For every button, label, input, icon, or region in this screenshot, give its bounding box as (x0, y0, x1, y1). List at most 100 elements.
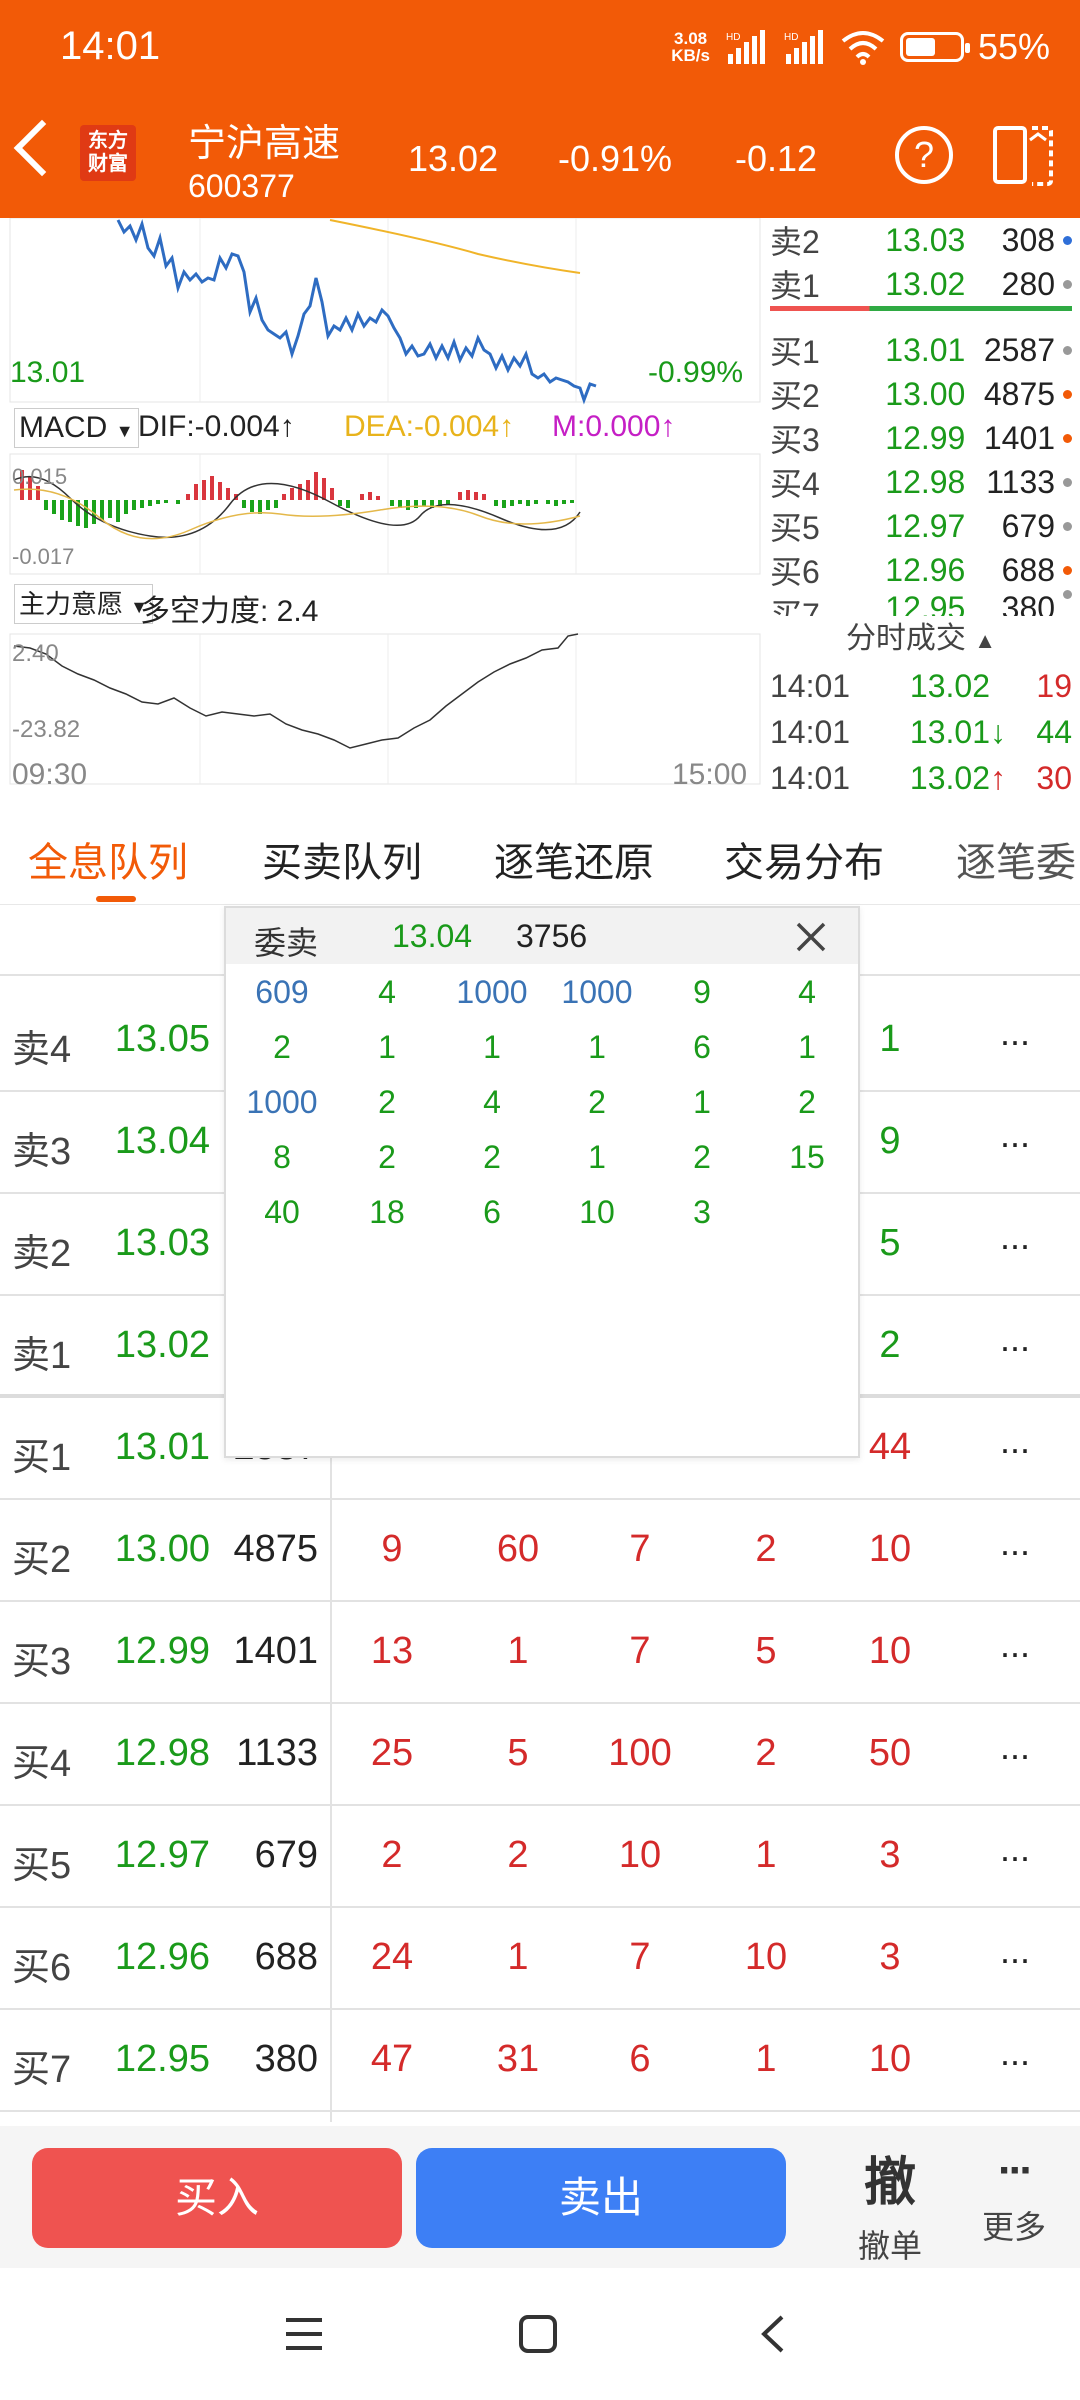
back-arrow-icon[interactable] (13, 119, 71, 177)
popup-order-cell: 6 (483, 1194, 501, 1230)
queue-level-label: 买1 (12, 1437, 72, 1479)
ticks-title[interactable]: 分时成交 ▲ (762, 616, 1080, 662)
order-book-divider (770, 306, 1072, 311)
row-more-icon[interactable]: ... (1000, 1012, 1030, 1054)
queue-row[interactable]: 买4 12.98 1133 25 5 100 2 50... (0, 1702, 1080, 1806)
row-more-icon[interactable]: ... (1000, 1726, 1030, 1768)
ob-dot-indicator (1063, 521, 1072, 531)
ob-price: 12.96 (885, 551, 966, 588)
row-more-icon[interactable]: ... (1000, 1318, 1030, 1360)
cancel-label: 撤单 (857, 2228, 922, 2264)
back-chevron-icon[interactable] (758, 2314, 788, 2354)
row-more-icon[interactable]: ... (1000, 1624, 1030, 1666)
ob-price: 13.01 (885, 331, 966, 368)
macd-bottom-label: -0.017 (12, 544, 75, 569)
battery-icon (899, 32, 970, 62)
order-book-row[interactable]: 买4 12.98 1133 (770, 460, 1072, 504)
tab-bid-ask-queue[interactable]: 买卖队列 (262, 830, 422, 888)
home-square-icon[interactable] (518, 2314, 558, 2354)
ob-dot-indicator (1063, 235, 1072, 245)
macd-selector[interactable]: MACD ▼ (14, 408, 139, 448)
order-book-row[interactable]: 买7 12.95 380 (770, 590, 1072, 616)
queue-order-cell: 1 (755, 1834, 777, 1876)
ob-volume: 1133 (986, 463, 1056, 500)
queue-volume: 1401 (233, 1630, 318, 1672)
question-circle-icon[interactable]: ? (895, 126, 953, 184)
sell-button[interactable]: 卖出 (416, 2148, 786, 2248)
queue-order-cell: 13 (370, 1630, 414, 1672)
tick-row: 14:01 13.01 ↓ 44 (770, 714, 1072, 760)
queue-row[interactable]: 买5 12.97 679 2 2 10 1 3... (0, 1804, 1080, 1908)
dropdown-caret-icon: ▼ (115, 421, 134, 441)
tab-tick-orders[interactable]: 逐笔委 (956, 830, 1080, 888)
queue-price: 13.05 (114, 1018, 210, 1060)
queue-order-cell-last: 3 (879, 1834, 901, 1876)
queue-price: 13.02 (114, 1324, 210, 1366)
intraday-chart-area[interactable]: 13.01 -0.99% MACD ▼ DIF:-0.004↑ DEA:-0.0… (0, 218, 762, 808)
order-book-row[interactable]: 买3 12.99 1401 (770, 416, 1072, 460)
ob-level-label: 买3 (770, 422, 820, 458)
bottom-action-bar: 买入 卖出 撤 撤单 ··· 更多 (0, 2126, 1080, 2268)
row-more-icon[interactable]: ... (1000, 1216, 1030, 1258)
popup-order-cell: 1000 (246, 1084, 318, 1120)
cancel-order-button[interactable]: 撤 撤单 (840, 2140, 940, 2267)
close-x-icon[interactable] (794, 920, 828, 954)
tab-holo-queue[interactable]: 全息队列 (28, 830, 188, 888)
queue-order-cell: 6 (629, 2038, 651, 2080)
popup-order-cell: 1 (798, 1029, 816, 1065)
row-more-icon[interactable]: ... (1000, 2032, 1030, 2074)
header-change: -0.12 (735, 138, 818, 179)
cancel-glyph-icon: 撤 (863, 2154, 916, 2212)
buy-button[interactable]: 买入 (32, 2148, 402, 2248)
order-book-row[interactable]: 卖1 13.02 280 (770, 262, 1072, 306)
popup-order-cell: 4 (798, 974, 816, 1010)
popup-order-cell: 1000 (561, 974, 633, 1010)
row-more-icon[interactable]: ... (1000, 1420, 1030, 1462)
tab-bar: 全息队列 买卖队列 逐笔还原 交易分布 逐笔委 (0, 808, 1080, 905)
more-button[interactable]: ··· 更多 (964, 2140, 1064, 2248)
landscape-switch-icon[interactable] (992, 124, 1054, 186)
order-book-row[interactable]: 买5 12.97 679 (770, 504, 1072, 548)
tick-time: 14:01 (770, 668, 851, 704)
queue-price: 13.03 (114, 1222, 210, 1264)
popup-order-cell: 40 (264, 1194, 300, 1230)
queue-order-cell: 5 (755, 1630, 777, 1672)
queue-order-cell-last: 10 (868, 1528, 912, 1570)
popup-order-cell: 2 (378, 1084, 396, 1120)
ob-level-label: 卖2 (770, 224, 820, 260)
tick-time: 14:01 (770, 760, 851, 796)
queue-price: 12.98 (114, 1732, 210, 1774)
queue-row[interactable]: 买6 12.96 688 24 1 7 10 3... (0, 1906, 1080, 2010)
order-book-row[interactable]: 买1 13.01 2587 (770, 328, 1072, 372)
queue-order-cell-last: 10 (868, 1630, 912, 1672)
menu-icon[interactable] (284, 2316, 324, 2352)
queue-order-cell: 10 (744, 1936, 788, 1978)
queue-level-label: 买7 (12, 2049, 72, 2091)
queue-row[interactable]: 买2 13.00 4875 9 60 7 2 10... (0, 1498, 1080, 1602)
order-book-row[interactable]: 买6 12.96 688 (770, 548, 1072, 592)
row-more-icon[interactable]: ... (1000, 1522, 1030, 1564)
row-more-icon[interactable]: ... (1000, 1930, 1030, 1972)
row-more-icon[interactable]: ... (1000, 1828, 1030, 1870)
ob-level-label: 买5 (770, 510, 820, 546)
queue-order-cell: 2 (755, 1528, 777, 1570)
header-change-pct: -0.91% (558, 138, 673, 179)
chart-grid-and-lines (9, 218, 761, 785)
price-low-label: 13.01 (10, 356, 86, 389)
tab-trade-distribution[interactable]: 交易分布 (724, 830, 884, 888)
app-header: 14:01 3.08 KB/s HD HD 55% 东方 财富 宁沪高速 60037… (0, 0, 1080, 218)
indicator-selector[interactable]: 主力意愿 ▼ (14, 584, 154, 624)
queue-order-cell: 2 (381, 1834, 403, 1876)
queue-row[interactable]: 买7 12.95 380 47 31 6 1 10... (0, 2008, 1080, 2112)
signal-icon: HD (726, 30, 765, 64)
queue-row[interactable]: 买3 12.99 1401 13 1 7 5 10... (0, 1600, 1080, 1704)
queue-order-cell: 31 (496, 2038, 540, 2080)
tab-tick-restore[interactable]: 逐笔还原 (494, 830, 654, 888)
stock-code: 600377 (188, 168, 295, 204)
order-book-row[interactable]: 卖2 13.03 308 (770, 218, 1072, 262)
queue-price: 12.96 (114, 1936, 210, 1978)
ob-volume: 4875 (983, 375, 1056, 412)
row-more-icon[interactable]: ... (1000, 1114, 1030, 1156)
order-book-row[interactable]: 买2 13.00 4875 (770, 372, 1072, 416)
ob-price: 13.03 (885, 221, 966, 258)
